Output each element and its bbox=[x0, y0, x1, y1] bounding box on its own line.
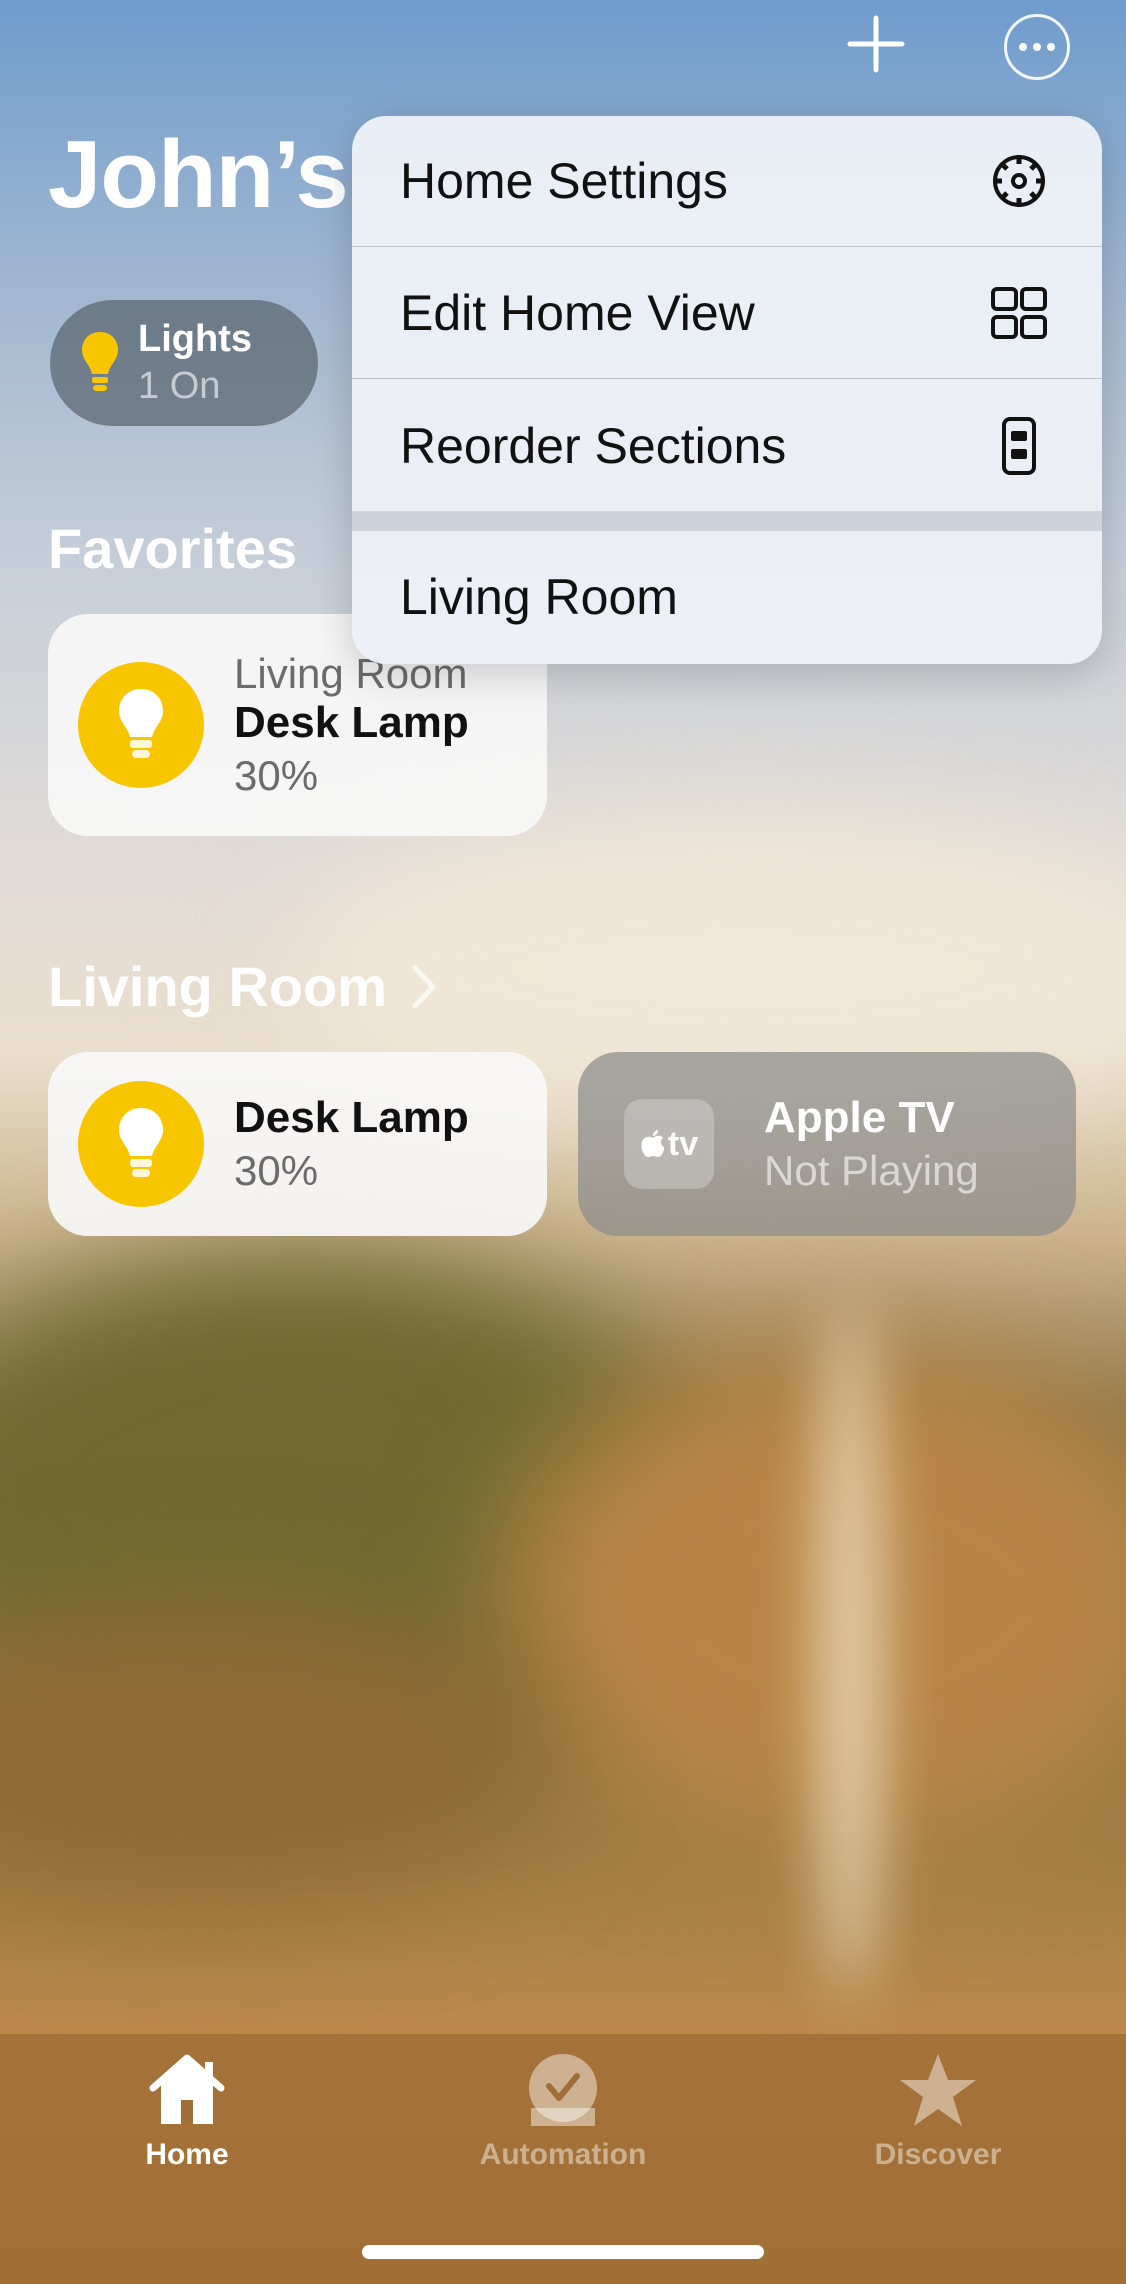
menu-item-label: Living Room bbox=[400, 568, 678, 625]
menu-item-label: Reorder Sections bbox=[400, 417, 787, 474]
lights-pill-subtitle: 1 On bbox=[138, 365, 221, 407]
tile-accessory-name: Apple TV bbox=[764, 1093, 955, 1142]
plus-icon bbox=[847, 15, 905, 73]
ellipsis-circle-icon bbox=[1019, 43, 1027, 51]
living-room-section-header[interactable]: Living Room bbox=[48, 954, 439, 1019]
menu-item-reorder-sections[interactable]: Reorder Sections bbox=[352, 380, 1102, 511]
menu-item-label: Edit Home View bbox=[400, 285, 755, 341]
clock-check-icon bbox=[529, 2054, 597, 2126]
apple-tv-icon-text: tv bbox=[667, 1124, 699, 1163]
home-indicator[interactable] bbox=[362, 2245, 764, 2259]
lightbulb-icon bbox=[119, 689, 163, 758]
lightbulb-icon bbox=[119, 1108, 163, 1177]
lamp-toggle[interactable] bbox=[78, 662, 204, 788]
apple-tv-icon: tv bbox=[624, 1099, 714, 1189]
tab-automation[interactable]: Automation bbox=[463, 2052, 663, 2172]
menu-item-label: Home Settings bbox=[400, 153, 728, 209]
menu-item-home-settings[interactable]: Home Settings bbox=[352, 116, 1102, 247]
room-tile-desk-lamp[interactable]: Desk Lamp 30% bbox=[48, 1052, 547, 1236]
menu-item-room-living-room[interactable]: Living Room bbox=[352, 531, 1102, 662]
tab-label: Discover bbox=[874, 2138, 1002, 2171]
favorites-section-title: Favorites bbox=[48, 517, 297, 580]
lightbulb-icon bbox=[82, 332, 118, 391]
lamp-toggle[interactable] bbox=[78, 1081, 204, 1207]
home-options-menu: Home Settings Edit Home View Reorder Sec… bbox=[352, 116, 1102, 664]
grid-icon bbox=[991, 287, 1047, 339]
living-room-section-title: Living Room bbox=[48, 955, 388, 1018]
tile-accessory-name: Desk Lamp bbox=[234, 698, 469, 747]
tile-status-value: 30% bbox=[234, 1147, 319, 1194]
tab-discover[interactable]: Discover bbox=[838, 2052, 1038, 2172]
chevron-right-icon bbox=[412, 965, 436, 1008]
more-button[interactable] bbox=[1004, 14, 1070, 80]
house-icon bbox=[149, 2054, 225, 2124]
tab-label: Home bbox=[145, 2138, 229, 2171]
tile-status-value: Not Playing bbox=[764, 1147, 979, 1194]
reorder-icon bbox=[1002, 416, 1036, 475]
star-icon bbox=[900, 2054, 976, 2126]
menu-item-edit-home-view[interactable]: Edit Home View bbox=[352, 248, 1102, 379]
add-button[interactable] bbox=[846, 14, 906, 74]
gear-icon bbox=[993, 155, 1045, 207]
menu-section-divider bbox=[352, 511, 1102, 531]
tab-home[interactable]: Home bbox=[87, 2052, 287, 2172]
home-title: John’s bbox=[48, 121, 349, 228]
room-tile-apple-tv[interactable]: tv Apple TV Not Playing bbox=[578, 1052, 1076, 1236]
tile-accessory-name: Desk Lamp bbox=[234, 1093, 469, 1142]
tab-label: Automation bbox=[479, 2138, 647, 2171]
lights-status-pill[interactable]: Lights 1 On bbox=[50, 300, 318, 426]
apple-logo-icon bbox=[641, 1130, 665, 1157]
tile-status-value: 30% bbox=[234, 752, 319, 799]
lights-pill-title: Lights bbox=[138, 318, 252, 360]
